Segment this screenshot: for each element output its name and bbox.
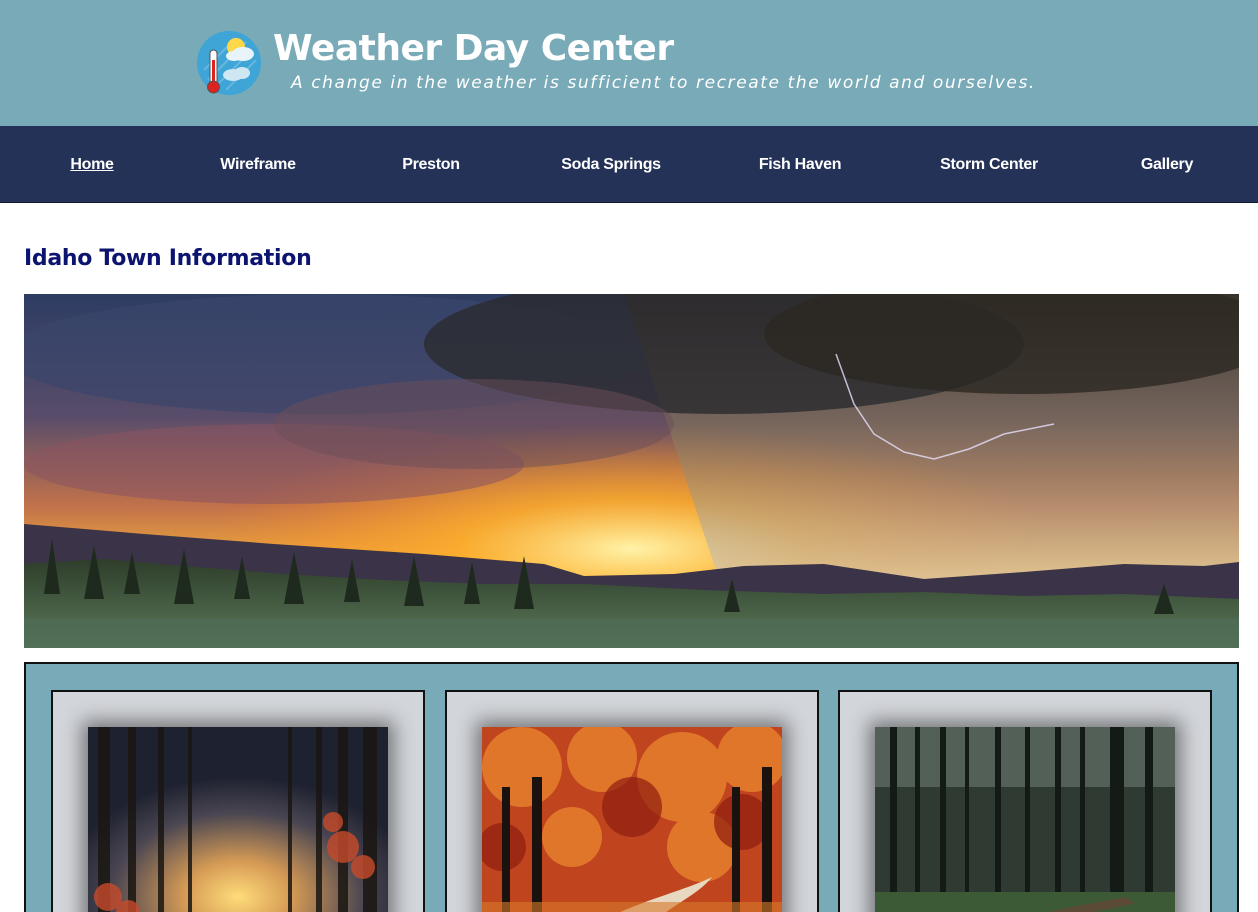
thermometer-sun-cloud-icon[interactable] (196, 30, 262, 96)
main-nav: Home Wireframe Preston Soda Springs Fish… (0, 126, 1258, 203)
town-card[interactable] (838, 690, 1212, 912)
card-image-autumn-road[interactable] (482, 727, 782, 912)
card-image-pine-forest[interactable] (875, 727, 1175, 912)
nav-item-home[interactable]: Home (70, 156, 114, 174)
town-cards-panel (24, 662, 1239, 912)
site-header: Weather Day Center A change in the weath… (0, 0, 1258, 126)
site-tagline: A change in the weather is sufficient to… (291, 73, 1036, 93)
nav-item-storm-center[interactable]: Storm Center (940, 156, 1038, 174)
nav-item-gallery[interactable]: Gallery (1141, 156, 1193, 174)
nav-item-wireframe[interactable]: Wireframe (220, 156, 296, 174)
site-title: Weather Day Center (273, 28, 674, 69)
nav-item-soda-springs[interactable]: Soda Springs (561, 156, 661, 174)
nav-item-fish-haven[interactable]: Fish Haven (759, 156, 842, 174)
town-card[interactable] (445, 690, 819, 912)
town-card[interactable] (51, 690, 425, 912)
hero-image (24, 294, 1239, 648)
page-title: Idaho Town Information (24, 246, 312, 271)
nav-item-preston[interactable]: Preston (402, 156, 460, 174)
card-image-foggy-forest[interactable] (88, 727, 388, 912)
